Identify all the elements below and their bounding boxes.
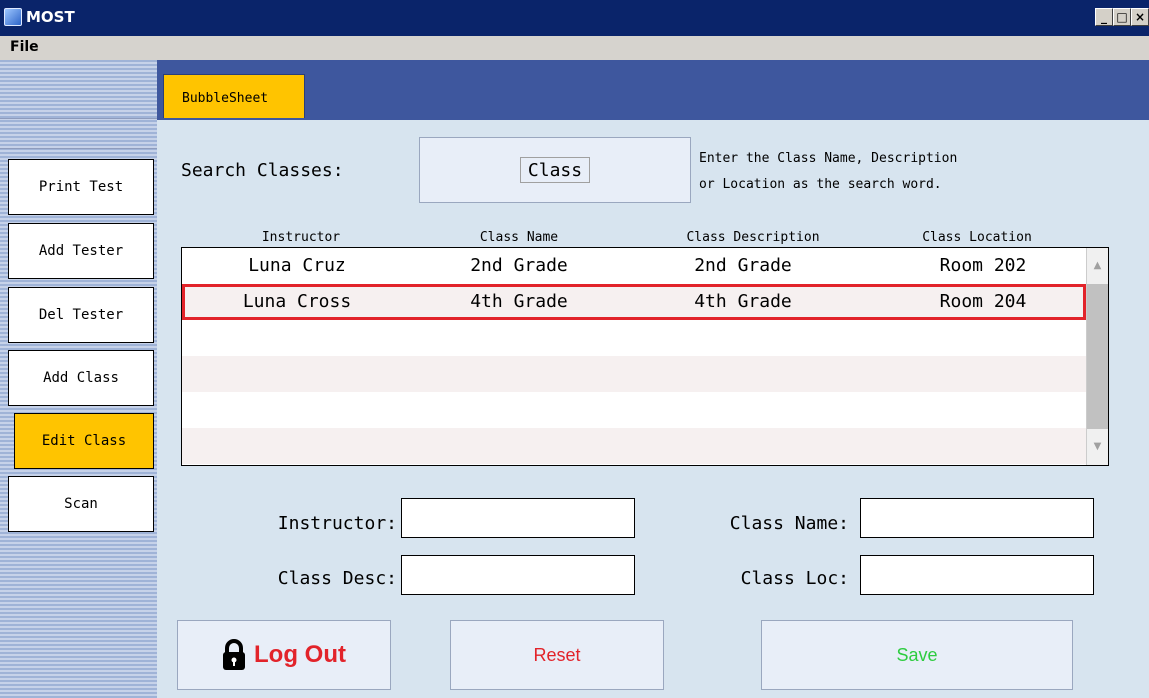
reset-button[interactable]: Reset — [450, 620, 664, 690]
cell-instructor: Luna Cruz — [248, 255, 346, 276]
table-scrollbar[interactable]: ▲ ▼ — [1086, 248, 1108, 465]
close-button[interactable]: × — [1131, 8, 1149, 26]
cell-class-description: 4th Grade — [694, 291, 792, 312]
table-row-empty[interactable] — [182, 428, 1086, 464]
cell-class-location: Room 204 — [939, 291, 1027, 312]
add-class-button[interactable]: Add Class — [8, 350, 154, 406]
instructor-label: Instructor: — [277, 513, 397, 534]
class-table: Luna Cruz 2nd Grade 2nd Grade Room 202 L… — [181, 247, 1109, 466]
sidebar-divider — [0, 148, 157, 149]
class-desc-label: Class Desc: — [277, 568, 397, 589]
app-icon — [4, 8, 22, 26]
logout-label: Log Out — [254, 641, 346, 668]
save-button[interactable]: Save — [761, 620, 1073, 690]
class-loc-field[interactable] — [860, 555, 1094, 595]
edit-class-panel: Search Classes: Enter the Class Name, De… — [157, 120, 1149, 698]
cell-class-name: 4th Grade — [470, 291, 568, 312]
scan-button[interactable]: Scan — [8, 476, 154, 532]
search-hint: Enter the Class Name, Description or Loc… — [699, 146, 957, 198]
cell-class-location: Room 202 — [939, 255, 1027, 276]
maximize-button[interactable]: □ — [1113, 8, 1131, 26]
column-header-class-description[interactable]: Class Description — [673, 230, 833, 245]
search-hint-line1: Enter the Class Name, Description — [699, 151, 958, 166]
minimize-button[interactable]: _ — [1095, 8, 1113, 26]
sidebar: Print Test Add Tester Del Tester Add Cla… — [0, 60, 157, 698]
search-label: Search Classes: — [181, 160, 344, 181]
menu-file[interactable]: File — [10, 39, 39, 55]
search-input[interactable] — [520, 157, 590, 183]
print-test-button[interactable]: Print Test — [8, 159, 154, 215]
class-desc-field[interactable] — [401, 555, 635, 595]
class-name-field[interactable] — [860, 498, 1094, 538]
logout-button[interactable]: Log Out — [177, 620, 391, 690]
menu-bar: File — [0, 36, 1149, 60]
window-title: MOST — [26, 8, 75, 26]
cell-class-name: 2nd Grade — [470, 255, 568, 276]
tab-bubblesheet[interactable]: BubbleSheet — [163, 74, 305, 118]
scroll-down-icon[interactable]: ▼ — [1087, 429, 1108, 465]
cell-class-description: 2nd Grade — [694, 255, 792, 276]
search-box — [419, 137, 691, 203]
add-tester-button[interactable]: Add Tester — [8, 223, 154, 279]
class-loc-label: Class Loc: — [740, 568, 849, 589]
cell-instructor: Luna Cross — [242, 291, 352, 312]
column-header-class-location[interactable]: Class Location — [907, 230, 1047, 245]
table-row-selected[interactable]: Luna Cross 4th Grade 4th Grade Room 204 — [182, 284, 1086, 320]
instructor-field[interactable] — [401, 498, 635, 538]
title-bar: MOST _ □ × — [0, 0, 1149, 36]
scroll-up-icon[interactable]: ▲ — [1087, 248, 1108, 284]
table-row-empty[interactable] — [182, 392, 1086, 428]
column-header-instructor[interactable]: Instructor — [251, 230, 351, 245]
edit-class-button[interactable]: Edit Class — [14, 413, 154, 469]
scrollbar-thumb[interactable] — [1087, 284, 1108, 429]
del-tester-button[interactable]: Del Tester — [8, 287, 154, 343]
table-row-empty[interactable] — [182, 320, 1086, 356]
table-row[interactable]: Luna Cruz 2nd Grade 2nd Grade Room 202 — [182, 248, 1086, 284]
tab-header: BubbleSheet — [157, 60, 1149, 120]
column-header-class-name[interactable]: Class Name — [469, 230, 569, 245]
search-hint-line2: or Location as the search word. — [699, 177, 942, 192]
sidebar-divider — [0, 118, 157, 119]
table-row-empty[interactable] — [182, 356, 1086, 392]
lock-icon — [223, 639, 246, 670]
class-name-label: Class Name: — [729, 513, 849, 534]
